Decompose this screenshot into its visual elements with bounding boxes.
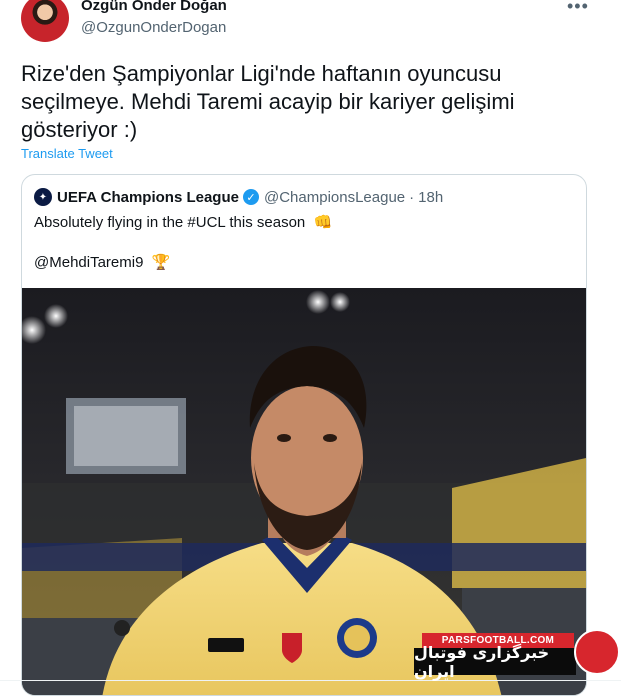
quoted-timestamp[interactable]: 18h bbox=[418, 189, 443, 206]
author-avatar[interactable] bbox=[21, 0, 69, 42]
quoted-tweet-body: Absolutely flying in the #UCL this seaso… bbox=[34, 214, 306, 231]
quoted-tweet-card[interactable]: ✦ UEFA Champions League ✓ @ChampionsLeag… bbox=[21, 174, 587, 696]
quoted-mention-line: @MehdiTaremi9 🏆 bbox=[34, 253, 170, 273]
trophy-emoji-icon: 🏆 bbox=[151, 254, 171, 271]
author-handle[interactable]: @OzgunOnderDogan bbox=[81, 19, 226, 36]
ucl-starball-icon[interactable]: ✦ bbox=[34, 188, 52, 206]
more-options-icon[interactable]: ••• bbox=[567, 0, 589, 17]
translate-tweet-link[interactable]: Translate Tweet bbox=[21, 146, 113, 161]
parsfootball-logo-icon bbox=[574, 629, 620, 675]
tweet-text: Rize'den Şampiyonlar Ligi'nde haftanın o… bbox=[21, 61, 515, 142]
quoted-display-name[interactable]: UEFA Champions League bbox=[57, 189, 239, 206]
quoted-tweet-text: Absolutely flying in the #UCL this seaso… bbox=[34, 213, 332, 233]
author-display-name[interactable]: Özgün Önder Doğan bbox=[81, 0, 227, 14]
watermark-tagline: خبرگزاری فوتبال ایران bbox=[414, 643, 576, 681]
quoted-handle[interactable]: @ChampionsLeague bbox=[264, 189, 405, 206]
parsfootball-watermark: PARSFOOTBALL.COM خبرگزاری فوتبال ایران bbox=[414, 629, 621, 681]
fist-emoji-icon: 👊 bbox=[313, 214, 333, 231]
separator-dot: · bbox=[409, 188, 415, 206]
quoted-tweet-header: ✦ UEFA Champions League ✓ @ChampionsLeag… bbox=[34, 187, 443, 207]
tweet-footer-divider bbox=[0, 680, 621, 686]
mention-link[interactable]: @MehdiTaremi9 bbox=[34, 254, 143, 271]
verified-badge-icon: ✓ bbox=[242, 189, 259, 205]
